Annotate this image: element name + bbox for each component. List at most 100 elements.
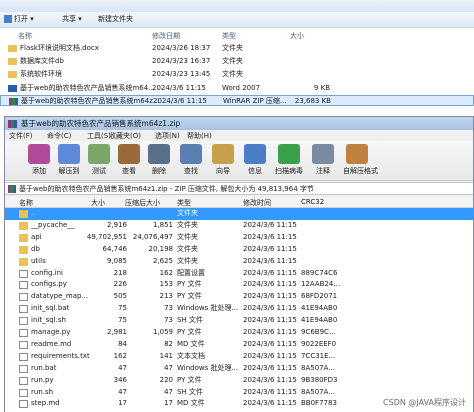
file-type: 文件夹 [222,44,243,52]
column-name[interactable]: 名称 [18,31,32,41]
explorer-toolbar: 打开 ▾ 共享 ▾ 新建文件夹 [0,12,474,28]
archive-row[interactable]: utils 9,085 2,625 文件夹 2024/3/6 11:15 [5,256,473,268]
column-date[interactable]: 修改日期 [152,31,180,41]
column-crc[interactable]: CRC32 [301,198,324,206]
toolbar-button-4[interactable]: 删除 [145,143,173,179]
toolbar-icon-7 [244,144,266,164]
toolbar-label: 注释 [316,167,330,175]
file-size: 23,683 KB [294,97,331,105]
file-row[interactable]: Flask环境说明文档.docx 2024/3/26 18:37 文件夹 [0,43,474,54]
file-type: 文件夹 [222,70,243,78]
archive-row[interactable]: requirements.txt 162 141 文本文档 2024/3/6 11:15… [5,351,473,363]
entry-modified: 2024/3/6 11:15 [243,399,297,408]
menu-help[interactable]: 帮助(H) [187,131,212,141]
menu-options[interactable]: 选项(N) [155,131,180,141]
toolbar-button-3[interactable]: 查看 [115,143,143,179]
archive-row[interactable]: db 64,746 20,198 文件夹 2024/3/6 11:15 [5,244,473,256]
entry-size: 218 [113,268,127,277]
archive-row[interactable]: .. 文件夹 [5,208,473,220]
archive-row[interactable]: datatype_map... 505 213 PY 文件 2024/3/6 11:15… [5,291,473,303]
toolbar-button-2[interactable]: 测试 [85,143,113,179]
file-row[interactable]: 系统软件环境 2024/3/23 13:45 文件夹 [0,69,474,80]
archive-row[interactable]: init_sql.bat 75 73 Windows 批处理... 2024/3/6 1… [5,303,473,315]
archive-row[interactable]: api 49,702,951 24,076,497 文件夹 2024/3/6 11:15 [5,232,473,244]
entry-crc: 68FD2071 [301,292,338,301]
column-size[interactable]: 大小 [91,198,105,208]
entry-size: 84 [118,339,127,348]
entry-type: 配置设置 [177,268,205,277]
winrar-title: 基于web的助农特色农产品销售系统m64z1.zip [21,119,181,128]
archive-row[interactable]: run.bat 47 47 Windows 批处理... 2024/3/6 11:15 8… [5,363,473,375]
toolbar-button-5[interactable]: 查找 [177,143,205,179]
entry-packed: 20,198 [148,244,174,253]
toolbar-button-1[interactable]: 解压到 [55,143,83,179]
entry-type: 文件夹 [177,256,198,265]
folder-icon [8,71,17,78]
toolbar-label: 信息 [248,167,262,175]
column-name[interactable]: 名称 [19,198,33,208]
file-icon [19,329,28,337]
toolbar-button-7[interactable]: 信息 [241,143,269,179]
entry-size: 9,085 [106,256,127,265]
entry-type: 文件夹 [177,232,198,241]
archive-row[interactable]: config.ini 218 162 配置设置 2024/3/6 11:15 889C74… [5,268,473,280]
entry-modified: 2024/3/6 11:15 [243,232,297,241]
archive-row[interactable]: configs.py 226 153 PY 文件 2024/3/6 11:15 12AAB… [5,279,473,291]
entry-name: datatype_map... [31,292,89,301]
menu-file[interactable]: 文件(F) [9,131,33,141]
entry-packed: 153 [159,280,173,289]
menu-command[interactable]: 命令(C) [47,131,71,141]
archive-row[interactable]: manage.py 2,981 1,059 PY 文件 2024/3/6 11:15 9C… [5,327,473,339]
file-icon [19,376,28,385]
file-icon [19,317,28,326]
new-folder-button[interactable]: 新建文件夹 [98,14,133,25]
toolbar-button-0[interactable]: 添加 [25,143,53,179]
toolbar-button-8[interactable]: 扫描病毒 [275,143,303,179]
file-name: Flask环境说明文档.docx [20,44,99,52]
file-name: 数据库文件db [20,57,64,65]
column-packed[interactable]: 压缩后大小 [125,198,160,208]
entry-modified: 2024/3/6 11:15 [243,351,297,360]
toolbar-label: 查看 [122,167,136,175]
archive-icon [8,185,16,193]
share-button[interactable]: 共享 ▾ [62,14,82,25]
toolbar-icon-10 [346,144,368,164]
archive-row[interactable]: init_sql.sh 75 73 SH 文件 2024/3/6 11:15 41E94A… [5,315,473,327]
toolbar-icon-6 [212,144,234,164]
entry-modified: 2024/3/6 11:15 [243,339,297,348]
entry-type: 文本文档 [177,351,205,360]
file-row[interactable]: 基于web的助农特色农产品销售系统m64z... 2024/3/6 11:15 Wi… [0,95,474,106]
column-modified[interactable]: 修改时间 [243,198,271,208]
column-type[interactable]: 类型 [222,31,236,41]
file-row[interactable]: 数据库文件db 2024/3/23 16:37 文件夹 [0,56,474,67]
toolbar-label: 查找 [184,167,198,175]
archive-row[interactable]: __pycache__ 2,916 1,851 文件夹 2024/3/6 11:15 [5,220,473,232]
toolbar-label: 解压到 [58,167,80,175]
column-size[interactable]: 大小 [290,31,304,41]
file-icon [19,269,28,278]
word-icon [8,85,17,92]
entry-type: Windows 批处理... [177,304,239,313]
entry-type: MD 文件 [177,399,205,408]
file-row[interactable]: 基于web的助农特色农产品销售系统m64... 2024/3/6 11:15 Wor… [0,83,474,94]
menu-tools[interactable]: 工具(S) [87,131,111,141]
archive-column-headers: 名称 大小 压缩后大小 类型 修改时间 CRC32 [5,197,473,208]
toolbar-button-6[interactable]: 向导 [209,143,237,179]
toolbar-button-10[interactable]: 自解压格式 [343,143,378,179]
entry-type: 文件夹 [177,244,198,253]
file-icon [19,281,28,290]
menu-favorites[interactable]: 收藏夹(O) [109,131,141,141]
column-type[interactable]: 类型 [177,198,191,208]
file-date: 2024/3/23 16:37 [152,57,211,65]
toolbar-icon-2 [88,144,110,164]
file-size: 9 KB [313,84,330,92]
folder-icon [19,210,28,218]
entry-packed: 141 [159,351,173,360]
archive-row[interactable]: run.py 346 220 PY 文件 2024/3/6 11:15 9B380FD3 [5,375,473,387]
open-button[interactable]: 打开 ▾ [4,14,34,25]
file-icon [19,400,28,409]
entry-name: init_sql.sh [31,316,66,325]
explorer-title-strip [0,0,474,12]
archive-row[interactable]: readme.md 84 82 MD 文件 2024/3/6 11:15 9022EEF0 [5,339,473,351]
toolbar-button-9[interactable]: 注释 [309,143,337,179]
